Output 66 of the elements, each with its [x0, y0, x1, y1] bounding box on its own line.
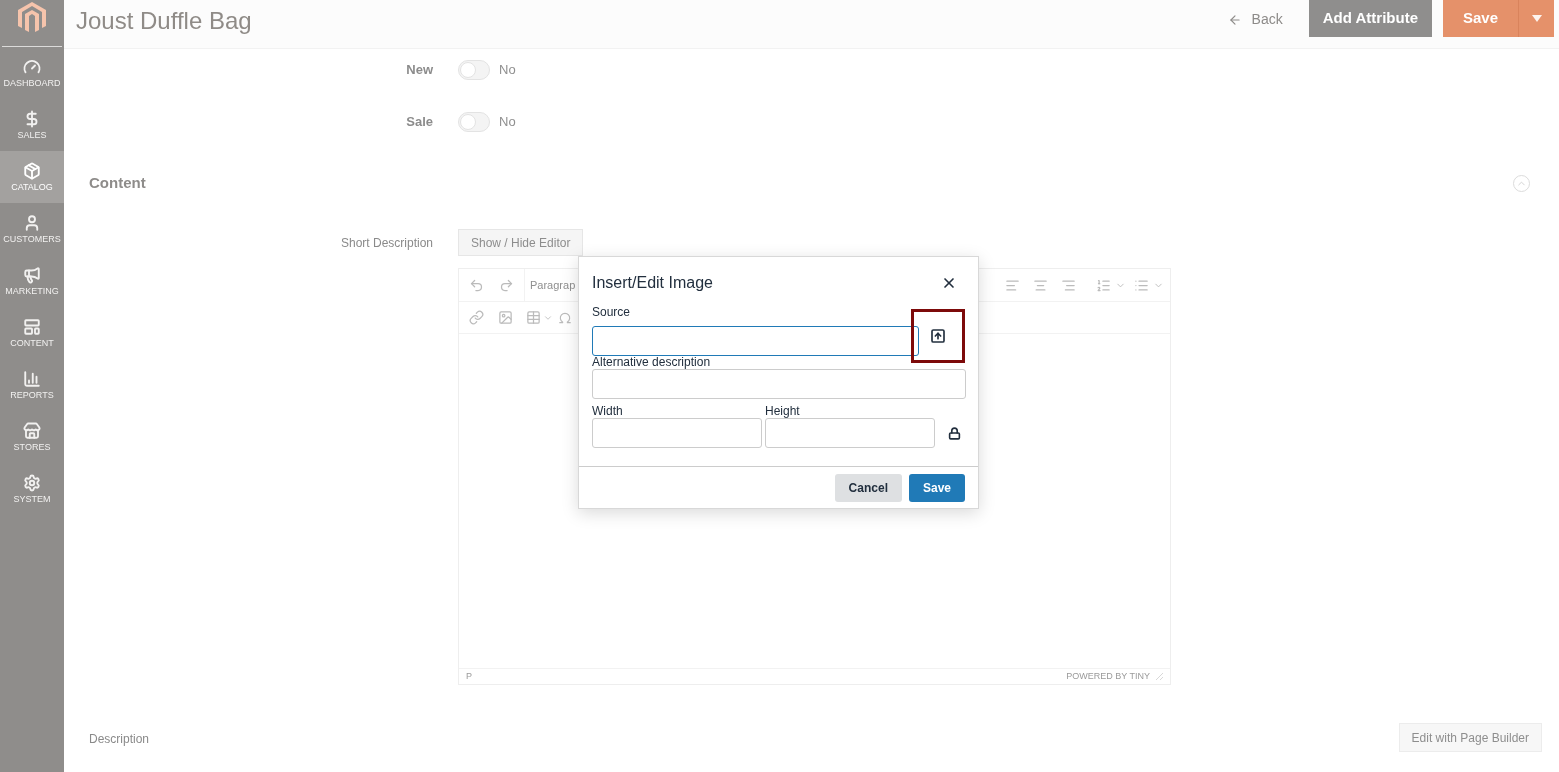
field-label: New — [405, 61, 433, 80]
omega-icon[interactable] — [558, 310, 572, 325]
field-label: Height — [765, 404, 801, 418]
gear-icon — [23, 474, 41, 492]
show-hide-editor-button[interactable]: Show / Hide Editor — [458, 229, 584, 256]
add-attribute-button[interactable]: Add Attribute — [1308, 0, 1432, 37]
nav-item[interactable]: SALES — [0, 99, 64, 151]
undo-icon[interactable] — [469, 277, 484, 293]
back-link[interactable]: Back — [1227, 9, 1283, 30]
bullet-list-icon[interactable] — [1134, 277, 1149, 293]
layout-icon — [23, 318, 41, 336]
caret-icon — [1531, 15, 1542, 22]
dialog-save-button[interactable]: Save — [908, 473, 965, 502]
toggle-value: No — [499, 61, 516, 80]
save-options-button[interactable] — [1519, 0, 1554, 37]
align-left-icon[interactable] — [1005, 277, 1020, 293]
edit-with-page-builder-button[interactable]: Edit with Page Builder — [1398, 723, 1542, 752]
person-icon — [23, 214, 41, 232]
browse-button[interactable] — [911, 309, 965, 363]
toggle-switch[interactable] — [458, 112, 490, 132]
table-icon[interactable] — [526, 310, 541, 325]
save-button[interactable]: Save — [1443, 0, 1519, 37]
dialog-title: Insert/Edit Image — [592, 273, 713, 293]
cancel-button[interactable]: Cancel — [834, 473, 902, 502]
megaphone-icon — [23, 266, 41, 284]
close-icon[interactable] — [941, 275, 957, 291]
nav-item[interactable]: CONTENT — [0, 307, 64, 359]
nav-item[interactable]: STORES — [0, 411, 64, 463]
storefront-icon — [23, 422, 41, 440]
nav-item[interactable]: DASHBOARD — [0, 47, 64, 99]
section-title: Content — [89, 172, 147, 193]
link-icon[interactable] — [469, 310, 484, 325]
nav-item[interactable]: SYSTEM — [0, 463, 64, 515]
lock-icon[interactable] — [948, 427, 961, 440]
align-center-icon[interactable] — [1033, 277, 1048, 293]
nav-item[interactable]: REPORTS — [0, 359, 64, 411]
element-path: P — [466, 669, 473, 683]
box-icon — [23, 162, 41, 180]
resize-handle-icon[interactable] — [1156, 673, 1163, 680]
field-label: Width — [592, 404, 624, 418]
format-dropdown[interactable]: Paragrap — [524, 268, 577, 302]
gauge-icon — [23, 58, 41, 76]
arrow-left-icon — [1227, 12, 1242, 27]
redo-icon[interactable] — [499, 277, 514, 293]
align-right-icon[interactable] — [1061, 277, 1076, 293]
toggle-switch[interactable] — [458, 60, 490, 80]
source-field[interactable] — [592, 326, 920, 356]
alt-text-field[interactable] — [592, 369, 966, 399]
nav-item[interactable]: CUSTOMERS — [0, 203, 64, 255]
page-title: Joust Duffle Bag — [76, 6, 253, 36]
width-field[interactable] — [592, 418, 762, 448]
field-label: Short Description — [339, 234, 433, 252]
numbered-list-icon[interactable] — [1096, 277, 1111, 293]
field-label: Alternative description — [592, 355, 712, 369]
branding-text: POWERED BY TINY — [1066, 669, 1150, 683]
bar-chart-icon — [23, 370, 41, 388]
field-label: Sale — [405, 113, 433, 132]
field-label: Description — [89, 730, 151, 748]
logo-icon[interactable] — [18, 2, 46, 34]
height-field[interactable] — [765, 418, 935, 448]
field-label: Source — [592, 305, 632, 319]
image-icon[interactable] — [498, 310, 513, 325]
nav-item[interactable]: CATALOG — [0, 151, 64, 203]
nav-item[interactable]: MARKETING — [0, 255, 64, 307]
toggle-value: No — [499, 113, 516, 132]
upload-icon — [930, 328, 947, 344]
